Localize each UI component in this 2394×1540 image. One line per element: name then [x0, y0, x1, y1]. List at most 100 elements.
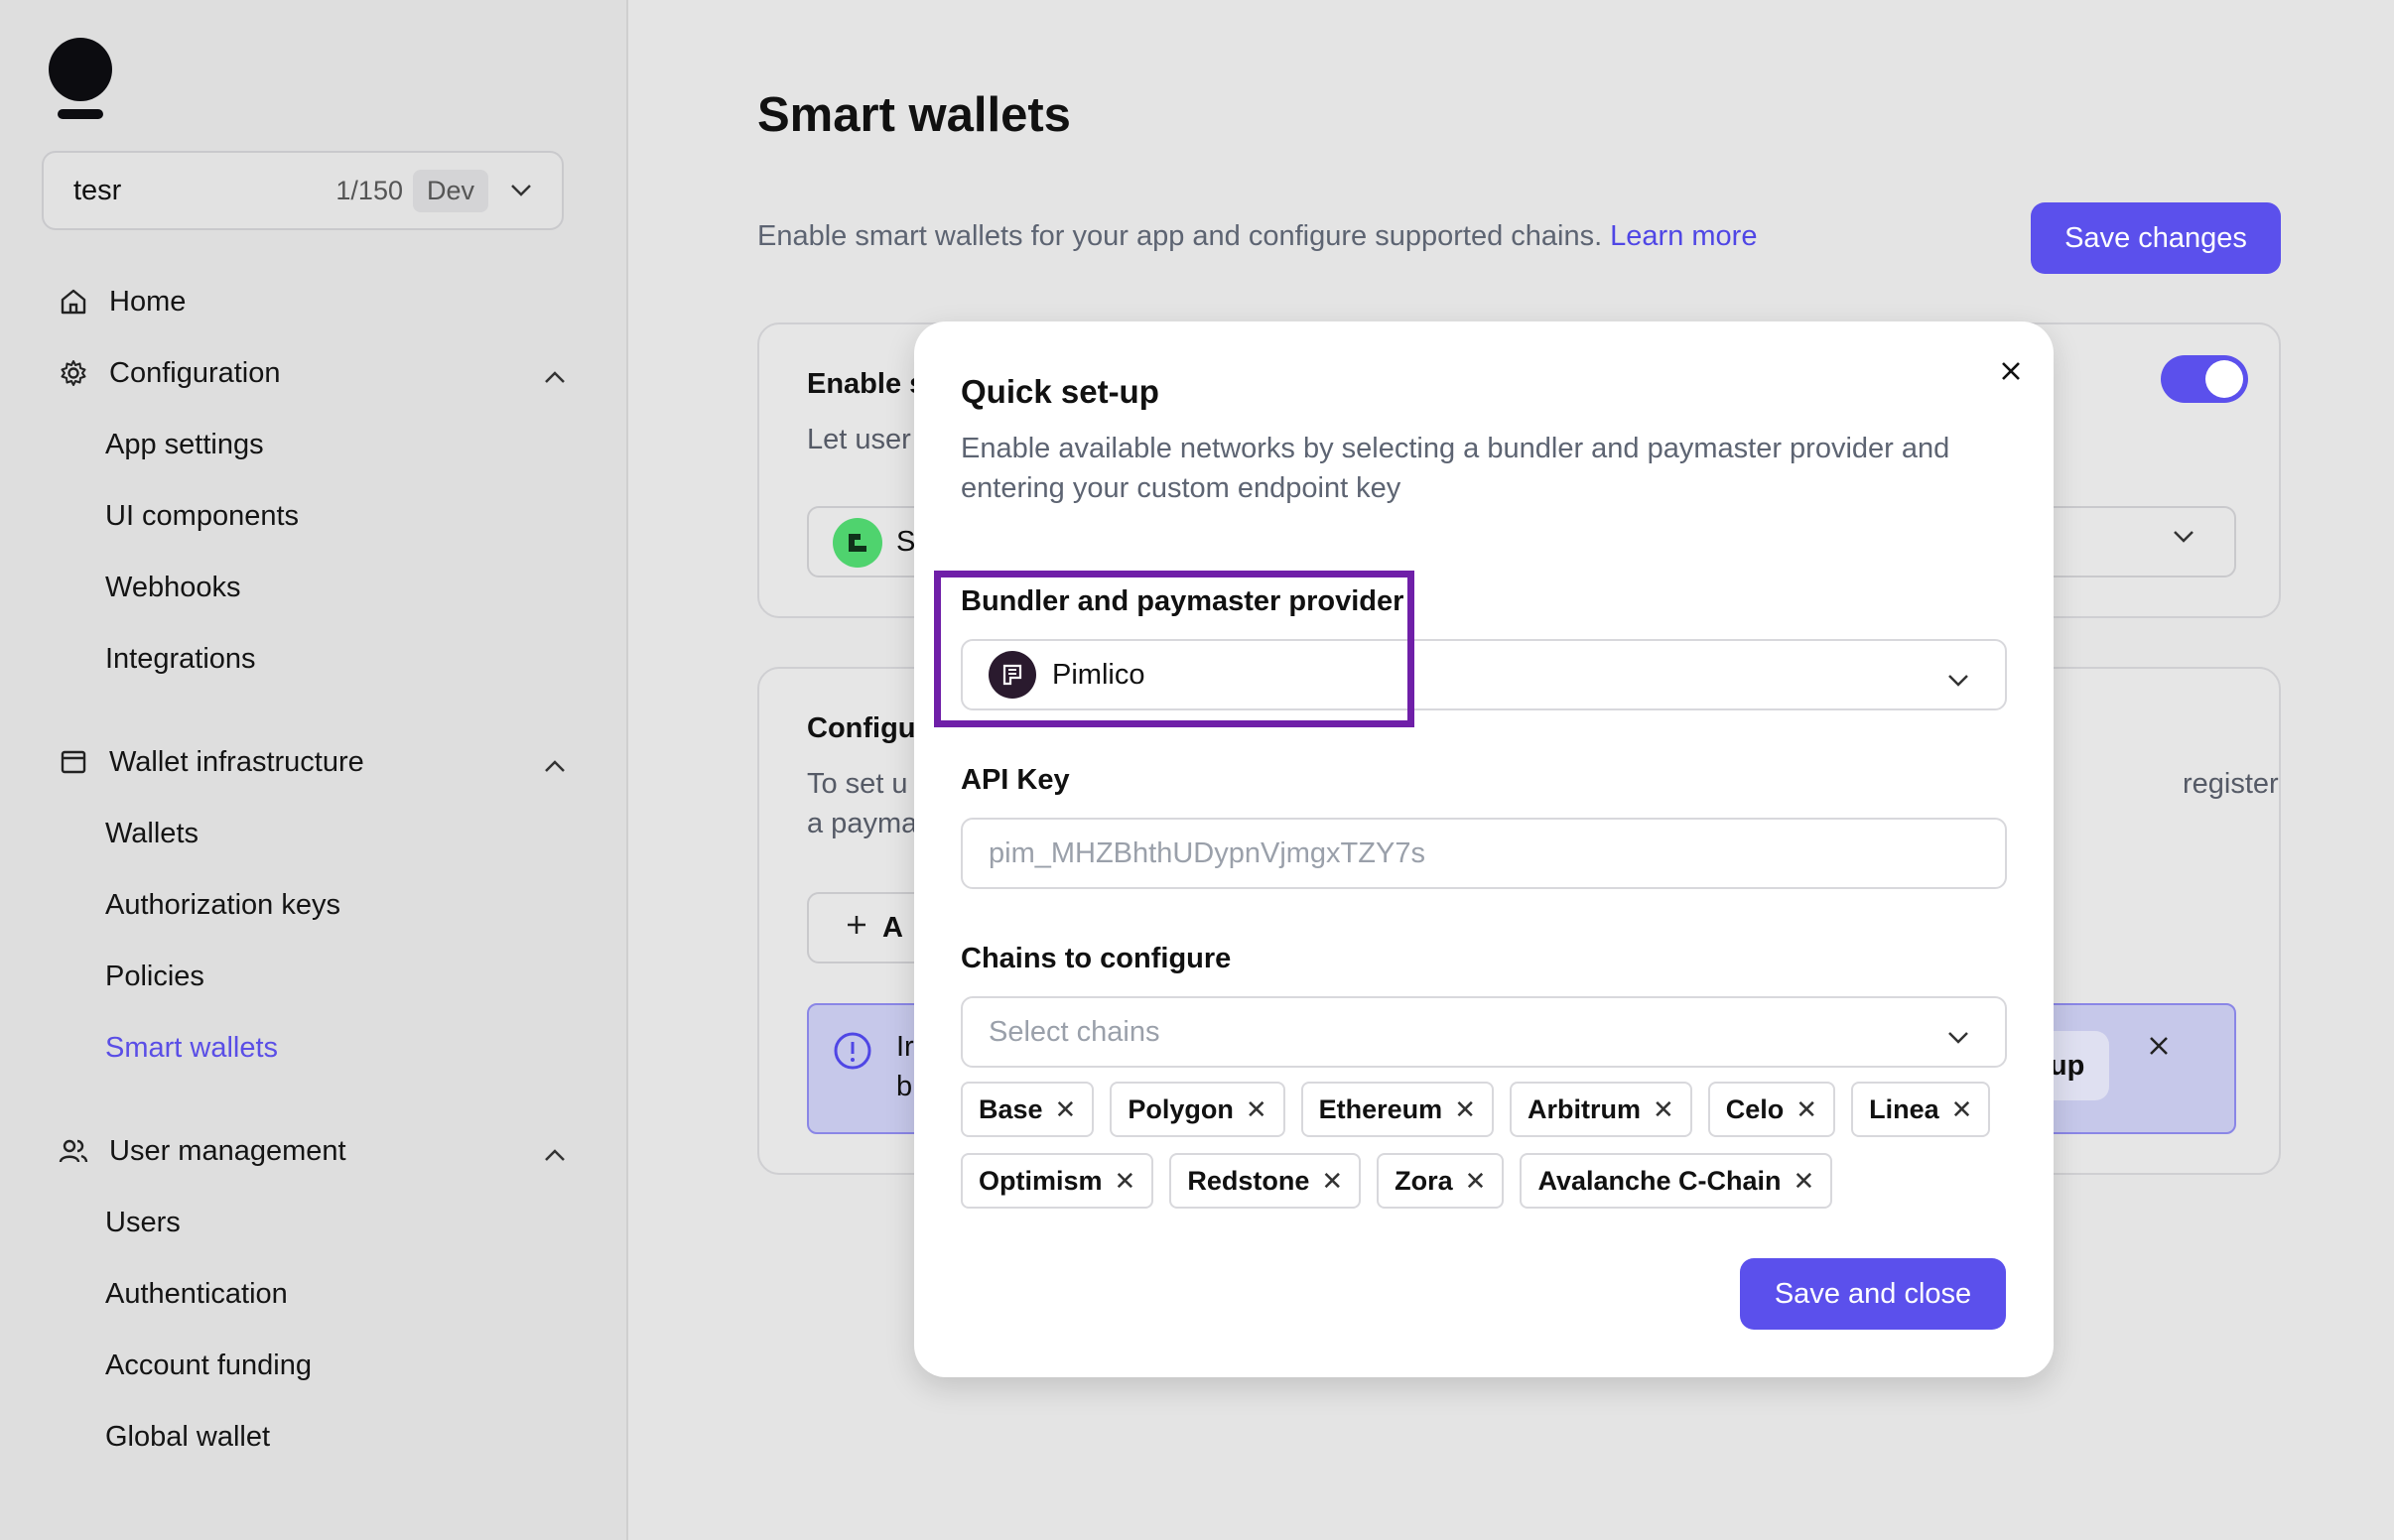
- chain-chip-arbitrum: Arbitrum ✕: [1509, 1082, 1692, 1137]
- chain-chip-zora: Zora ✕: [1377, 1153, 1505, 1209]
- sidebar-item-policies[interactable]: Policies: [56, 941, 572, 1012]
- sidebar-group-user-management[interactable]: User management: [56, 1115, 572, 1187]
- enable-toggle[interactable]: [2161, 355, 2248, 403]
- info-icon: [833, 1031, 872, 1076]
- card-description-right: register: [2183, 768, 2279, 800]
- sidebar-item-label: Home: [109, 285, 187, 318]
- chip-label: Zora: [1395, 1165, 1453, 1196]
- chevron-up-icon: [544, 748, 566, 781]
- provider-logo-icon: [833, 518, 882, 568]
- chain-chip-polygon: Polygon ✕: [1110, 1082, 1285, 1137]
- remove-icon[interactable]: ✕: [1246, 1094, 1267, 1125]
- sidebar-item-smart-wallets[interactable]: Smart wallets: [56, 1012, 572, 1084]
- users-icon: [56, 1133, 91, 1169]
- api-key-label: API Key: [961, 764, 1070, 796]
- sidebar-item-app-settings[interactable]: App settings: [56, 409, 572, 480]
- remove-icon[interactable]: ✕: [1115, 1166, 1136, 1197]
- remove-icon[interactable]: ✕: [1321, 1166, 1343, 1197]
- chain-chip-celo: Celo ✕: [1707, 1082, 1836, 1137]
- api-key-field[interactable]: pim_MHZBhthUDypnVjmgxTZY7s: [961, 818, 2007, 889]
- chains-select[interactable]: Select chains: [961, 996, 2007, 1068]
- sidebar-group-label: Wallet infrastructure: [109, 745, 364, 778]
- chip-label: Avalanche C-Chain: [1537, 1165, 1782, 1196]
- sidebar-group-label: User management: [109, 1134, 346, 1167]
- save-and-close-button[interactable]: Save and close: [1740, 1258, 2006, 1330]
- chip-label: Arbitrum: [1527, 1093, 1641, 1124]
- modal-description: Enable available networks by selecting a…: [961, 433, 1950, 504]
- page-title: Smart wallets: [757, 88, 1071, 142]
- save-changes-button[interactable]: Save changes: [2031, 202, 2281, 274]
- sidebar: tesr 1/150 Dev Home Configuration App se…: [0, 0, 628, 1540]
- home-icon: [56, 284, 91, 320]
- remove-icon[interactable]: ✕: [1951, 1094, 1973, 1125]
- chain-chip-ethereum: Ethereum ✕: [1300, 1082, 1494, 1137]
- card-title: Enable s: [807, 368, 926, 400]
- sidebar-item-authorization-keys[interactable]: Authorization keys: [56, 869, 572, 941]
- modal-title: Quick set-up: [961, 373, 1159, 410]
- quick-setup-modal: Quick set-up Enable available networks b…: [914, 321, 2054, 1377]
- remove-icon[interactable]: ✕: [1055, 1094, 1077, 1125]
- sidebar-group-label: Configuration: [109, 356, 281, 389]
- chip-label: Redstone: [1187, 1165, 1310, 1196]
- chevron-down-icon: [1947, 1020, 1969, 1053]
- chevron-down-icon: [2173, 530, 2194, 549]
- chain-chip-avalanche: Avalanche C-Chain ✕: [1520, 1153, 1833, 1209]
- chip-label: Base: [979, 1093, 1043, 1124]
- card-title: Configu: [807, 712, 916, 744]
- chip-label: Celo: [1725, 1093, 1785, 1124]
- remove-icon[interactable]: ✕: [1454, 1094, 1476, 1125]
- card-description-line1: To set u: [807, 768, 908, 800]
- sidebar-item-integrations[interactable]: Integrations: [56, 623, 572, 695]
- api-key-placeholder: pim_MHZBhthUDypnVjmgxTZY7s: [989, 836, 1425, 869]
- chevron-down-icon: [510, 178, 532, 203]
- chain-chip-base: Base ✕: [961, 1082, 1095, 1137]
- card-description-line2: a payma: [807, 808, 918, 839]
- plus-icon: [845, 912, 868, 945]
- wallet-icon: [56, 744, 91, 780]
- sidebar-item-home[interactable]: Home: [56, 266, 572, 337]
- page-description: Enable smart wallets for your app and co…: [757, 220, 1757, 253]
- select-value: S: [896, 526, 916, 558]
- info-text-line1: Ir: [896, 1031, 914, 1063]
- chevron-up-icon: [544, 1137, 566, 1170]
- app-count: 1/150: [335, 175, 403, 205]
- sidebar-item-ui-components[interactable]: UI components: [56, 480, 572, 552]
- sidebar-item-account-funding[interactable]: Account funding: [56, 1330, 572, 1401]
- chevron-up-icon: [544, 359, 566, 392]
- sidebar-item-wallets[interactable]: Wallets: [56, 798, 572, 869]
- info-text-line2: b: [896, 1071, 913, 1102]
- remove-icon[interactable]: ✕: [1653, 1094, 1674, 1125]
- chains-placeholder: Select chains: [989, 1015, 1160, 1048]
- sidebar-item-users[interactable]: Users: [56, 1187, 572, 1258]
- remove-icon[interactable]: ✕: [1465, 1166, 1487, 1197]
- chains-label: Chains to configure: [961, 943, 1232, 974]
- app-logo: [48, 38, 113, 121]
- remove-icon[interactable]: ✕: [1794, 1166, 1815, 1197]
- chain-chip-linea: Linea ✕: [1851, 1082, 1991, 1137]
- chip-row: Base ✕ Polygon ✕ Ethereum ✕ Arbitrum ✕ Celo ✕…: [961, 1082, 2013, 1137]
- chip-row: Optimism ✕ Redstone ✕ Zora ✕ Avalanche C-Ch…: [961, 1153, 2013, 1209]
- highlight-box: [934, 571, 1414, 727]
- learn-more-link[interactable]: Learn more: [1610, 220, 1757, 252]
- app-selector[interactable]: tesr 1/150 Dev: [42, 151, 564, 230]
- sidebar-item-authentication[interactable]: Authentication: [56, 1258, 572, 1330]
- chip-label: Polygon: [1128, 1093, 1234, 1124]
- sidebar-group-configuration[interactable]: Configuration: [56, 337, 572, 409]
- chip-label: Ethereum: [1318, 1093, 1443, 1124]
- env-badge: Dev: [412, 169, 488, 212]
- close-icon[interactable]: [2147, 1029, 2171, 1066]
- remove-icon[interactable]: ✕: [1796, 1094, 1817, 1125]
- page-description-text: Enable smart wallets for your app and co…: [757, 220, 1603, 252]
- sidebar-item-webhooks[interactable]: Webhooks: [56, 552, 572, 623]
- chain-chip-optimism: Optimism ✕: [961, 1153, 1154, 1209]
- sidebar-item-global-wallet[interactable]: Global wallet: [56, 1401, 572, 1473]
- gear-icon: [56, 355, 91, 391]
- chevron-down-icon: [1947, 663, 1969, 696]
- selected-chains: Base ✕ Polygon ✕ Ethereum ✕ Arbitrum ✕ Celo ✕…: [961, 1082, 2013, 1224]
- chip-label: Linea: [1869, 1093, 1939, 1124]
- chip-label: Optimism: [979, 1165, 1103, 1196]
- close-icon[interactable]: [1991, 351, 2031, 391]
- add-chain-label: A: [882, 911, 903, 944]
- chain-chip-redstone: Redstone ✕: [1169, 1153, 1362, 1209]
- sidebar-group-wallet-infrastructure[interactable]: Wallet infrastructure: [56, 726, 572, 798]
